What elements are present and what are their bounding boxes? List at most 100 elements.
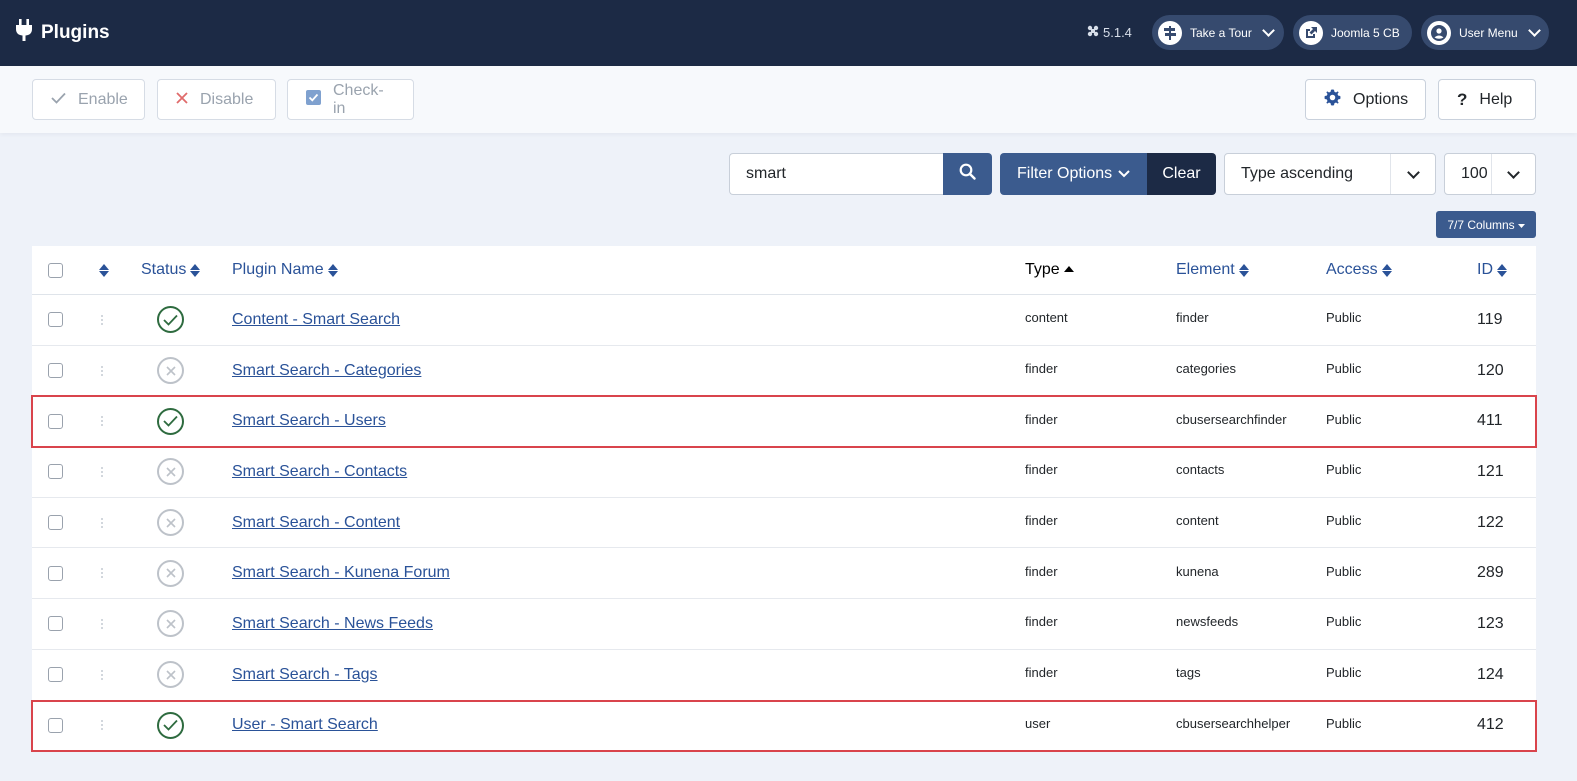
table-row: Smart Search - Content finder content Publi… xyxy=(32,498,1536,549)
site-link-button[interactable]: Joomla 5 CB xyxy=(1293,15,1412,50)
disabled-status-icon[interactable] xyxy=(157,458,184,486)
enable-button[interactable]: Enable xyxy=(32,79,145,120)
clear-button[interactable]: Clear xyxy=(1147,153,1216,195)
drag-handle-icon[interactable] xyxy=(101,567,103,579)
row-checkbox[interactable] xyxy=(48,413,63,429)
plugin-id: 124 xyxy=(1477,665,1504,683)
plugin-id: 119 xyxy=(1477,310,1503,328)
checkin-button[interactable]: Check-in xyxy=(287,79,414,120)
plugin-name-link[interactable]: Smart Search - Contacts xyxy=(232,463,407,481)
plugin-name-link[interactable]: Smart Search - Kunena Forum xyxy=(232,564,450,582)
search-button[interactable] xyxy=(943,153,992,195)
disabled-status-icon[interactable] xyxy=(157,559,184,587)
disabled-status-icon[interactable] xyxy=(157,509,184,537)
drag-handle-icon[interactable] xyxy=(101,314,103,326)
close-icon xyxy=(176,91,188,109)
row-checkbox[interactable] xyxy=(48,515,63,531)
drag-handle-icon[interactable] xyxy=(101,669,103,681)
signpost-icon xyxy=(1158,20,1182,45)
plugin-type: finder xyxy=(1025,665,1058,681)
plugin-name-link[interactable]: User - Smart Search xyxy=(232,716,378,734)
drag-handle-icon[interactable] xyxy=(101,517,103,529)
plugin-name-link[interactable]: Smart Search - Categories xyxy=(232,362,421,380)
sort-icon xyxy=(1381,263,1392,277)
chevron-down-icon xyxy=(1527,23,1541,37)
ordering-select[interactable]: Type ascending xyxy=(1224,153,1436,195)
drag-handle-icon[interactable] xyxy=(101,415,103,427)
disabled-status-icon[interactable] xyxy=(157,610,184,638)
plugin-name-link[interactable]: Smart Search - Users xyxy=(232,412,386,430)
plugin-name-link[interactable]: Smart Search - Content xyxy=(232,514,400,532)
plugin-element: content xyxy=(1176,513,1219,529)
external-link-icon xyxy=(1299,20,1323,45)
drag-handle-icon[interactable] xyxy=(101,365,103,377)
plugin-name-column-header[interactable]: Plugin Name xyxy=(232,246,338,294)
plugin-element: cbusersearchfinder xyxy=(1176,411,1287,427)
enabled-status-icon[interactable] xyxy=(157,407,184,435)
plugin-access: Public xyxy=(1326,665,1362,681)
options-button[interactable]: Options xyxy=(1305,79,1426,120)
table-row: Smart Search - Tags finder tags Public 124 xyxy=(32,650,1536,701)
disabled-status-icon[interactable] xyxy=(157,661,184,689)
plugin-name-link[interactable]: Content - Smart Search xyxy=(232,311,400,329)
disabled-status-icon[interactable] xyxy=(157,357,184,385)
sort-ascending-icon xyxy=(1063,266,1074,272)
row-checkbox[interactable] xyxy=(48,312,63,328)
user-menu-button[interactable]: User Menu xyxy=(1421,15,1549,50)
plugin-type: user xyxy=(1025,715,1051,731)
take-tour-button[interactable]: Take a Tour xyxy=(1152,15,1284,50)
plugin-type: content xyxy=(1025,310,1068,326)
row-checkbox[interactable] xyxy=(48,717,63,733)
question-icon: ? xyxy=(1457,89,1468,109)
type-column-header[interactable]: Type xyxy=(1025,246,1074,294)
plug-icon xyxy=(16,19,32,47)
checkbox-checked-icon xyxy=(306,89,321,110)
plugin-id: 121 xyxy=(1477,462,1504,480)
plugin-element: categories xyxy=(1176,361,1236,377)
plugin-access: Public xyxy=(1326,614,1362,630)
row-checkbox[interactable] xyxy=(48,464,63,480)
table-row: Smart Search - Kunena Forum finder kunena P… xyxy=(32,548,1536,600)
plugin-type: finder xyxy=(1025,513,1058,529)
plugin-name-link[interactable]: Smart Search - Tags xyxy=(232,666,378,684)
element-column-header[interactable]: Element xyxy=(1176,246,1249,294)
plugin-type: finder xyxy=(1025,462,1058,478)
help-button[interactable]: ? Help xyxy=(1438,79,1536,120)
table-row: Smart Search - Categories finder categorie… xyxy=(32,346,1536,397)
plugin-type: finder xyxy=(1025,411,1058,427)
id-column-header[interactable]: ID xyxy=(1477,246,1507,294)
plugin-access: Public xyxy=(1326,310,1362,326)
search-input[interactable]: smart xyxy=(729,153,943,195)
user-icon xyxy=(1427,20,1451,45)
plugin-name-link[interactable]: Smart Search - News Feeds xyxy=(232,615,433,633)
list-limit-select[interactable]: 100 xyxy=(1444,153,1536,195)
status-column-header[interactable]: Status xyxy=(141,246,201,294)
chevron-down-icon xyxy=(1407,166,1420,179)
filter-options-button[interactable]: Filter Options xyxy=(1000,153,1147,195)
plugin-type: finder xyxy=(1025,563,1058,579)
enabled-status-icon[interactable] xyxy=(157,711,184,739)
enabled-status-icon[interactable] xyxy=(157,306,184,334)
gear-icon xyxy=(1324,89,1341,111)
plugin-access: Public xyxy=(1326,513,1362,529)
drag-handle-icon[interactable] xyxy=(101,618,103,630)
drag-handle-icon[interactable] xyxy=(101,719,103,731)
access-column-header[interactable]: Access xyxy=(1326,246,1392,294)
row-checkbox[interactable] xyxy=(48,565,63,581)
select-all-checkbox[interactable] xyxy=(48,262,63,278)
ordering-sort-header[interactable] xyxy=(99,246,109,294)
sort-icon xyxy=(1497,263,1507,277)
row-checkbox[interactable] xyxy=(48,667,63,683)
caret-down-icon xyxy=(1517,218,1525,232)
plugin-id: 411 xyxy=(1477,412,1503,430)
plugins-table: Status Plugin Name Type Element Access I… xyxy=(31,246,1537,753)
plugin-id: 122 xyxy=(1477,513,1504,531)
plugin-access: Public xyxy=(1326,563,1362,579)
plugin-element: newsfeeds xyxy=(1176,614,1239,630)
row-checkbox[interactable] xyxy=(48,616,63,632)
columns-toggle-button[interactable]: 7/7 Columns xyxy=(1436,211,1536,238)
drag-handle-icon[interactable] xyxy=(101,466,103,478)
row-checkbox[interactable] xyxy=(48,363,63,379)
table-row: Smart Search - Contacts finder contacts Pub… xyxy=(32,447,1536,498)
disable-button[interactable]: Disable xyxy=(157,79,276,120)
